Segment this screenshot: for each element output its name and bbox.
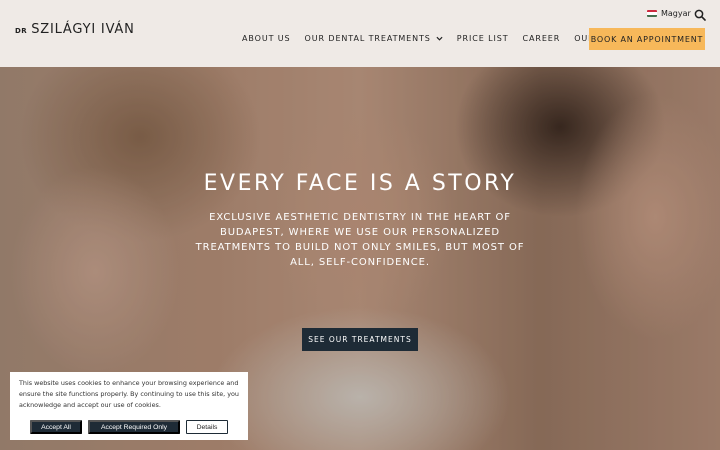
nav-item-dental-treatments[interactable]: OUR DENTAL TREATMENTS: [305, 34, 443, 43]
nav-item-about-us[interactable]: ABOUT US: [242, 34, 291, 43]
hero-subtitle: EXCLUSIVE AESTHETIC DENTISTRY IN THE HEA…: [195, 212, 525, 268]
nav-item-career[interactable]: CAREER: [523, 34, 561, 43]
language-switcher[interactable]: Magyar: [647, 9, 691, 18]
site-header: DR SZILÁGYI IVÁN Magyar ABOUT US OUR DEN…: [0, 0, 720, 67]
hero-title: EVERY FACE IS A STORY: [203, 171, 517, 196]
search-icon[interactable]: [694, 9, 706, 21]
cookie-banner: This website uses cookies to enhance you…: [10, 372, 248, 440]
chevron-down-icon: [436, 36, 443, 41]
book-appointment-button[interactable]: BOOK AN APPOINTMENT: [589, 28, 705, 50]
nav-item-price-list[interactable]: PRICE LIST: [457, 34, 509, 43]
site-logo[interactable]: DR SZILÁGYI IVÁN: [15, 22, 135, 37]
language-label: Magyar: [661, 9, 691, 18]
logo-name: SZILÁGYI IVÁN: [31, 22, 135, 37]
hungarian-flag-icon: [647, 10, 657, 17]
see-treatments-button[interactable]: SEE OUR TREATMENTS: [302, 328, 418, 351]
accept-required-button[interactable]: Accept Required Only: [88, 420, 180, 434]
main-nav: ABOUT US OUR DENTAL TREATMENTS PRICE LIS…: [242, 34, 644, 43]
cookie-text: This website uses cookies to enhance you…: [19, 379, 239, 409]
cookie-actions: Accept All Accept Required Only Details: [30, 420, 234, 434]
accept-all-button[interactable]: Accept All: [30, 420, 82, 434]
cookie-details-button[interactable]: Details: [186, 420, 228, 434]
logo-prefix: DR: [15, 27, 28, 35]
